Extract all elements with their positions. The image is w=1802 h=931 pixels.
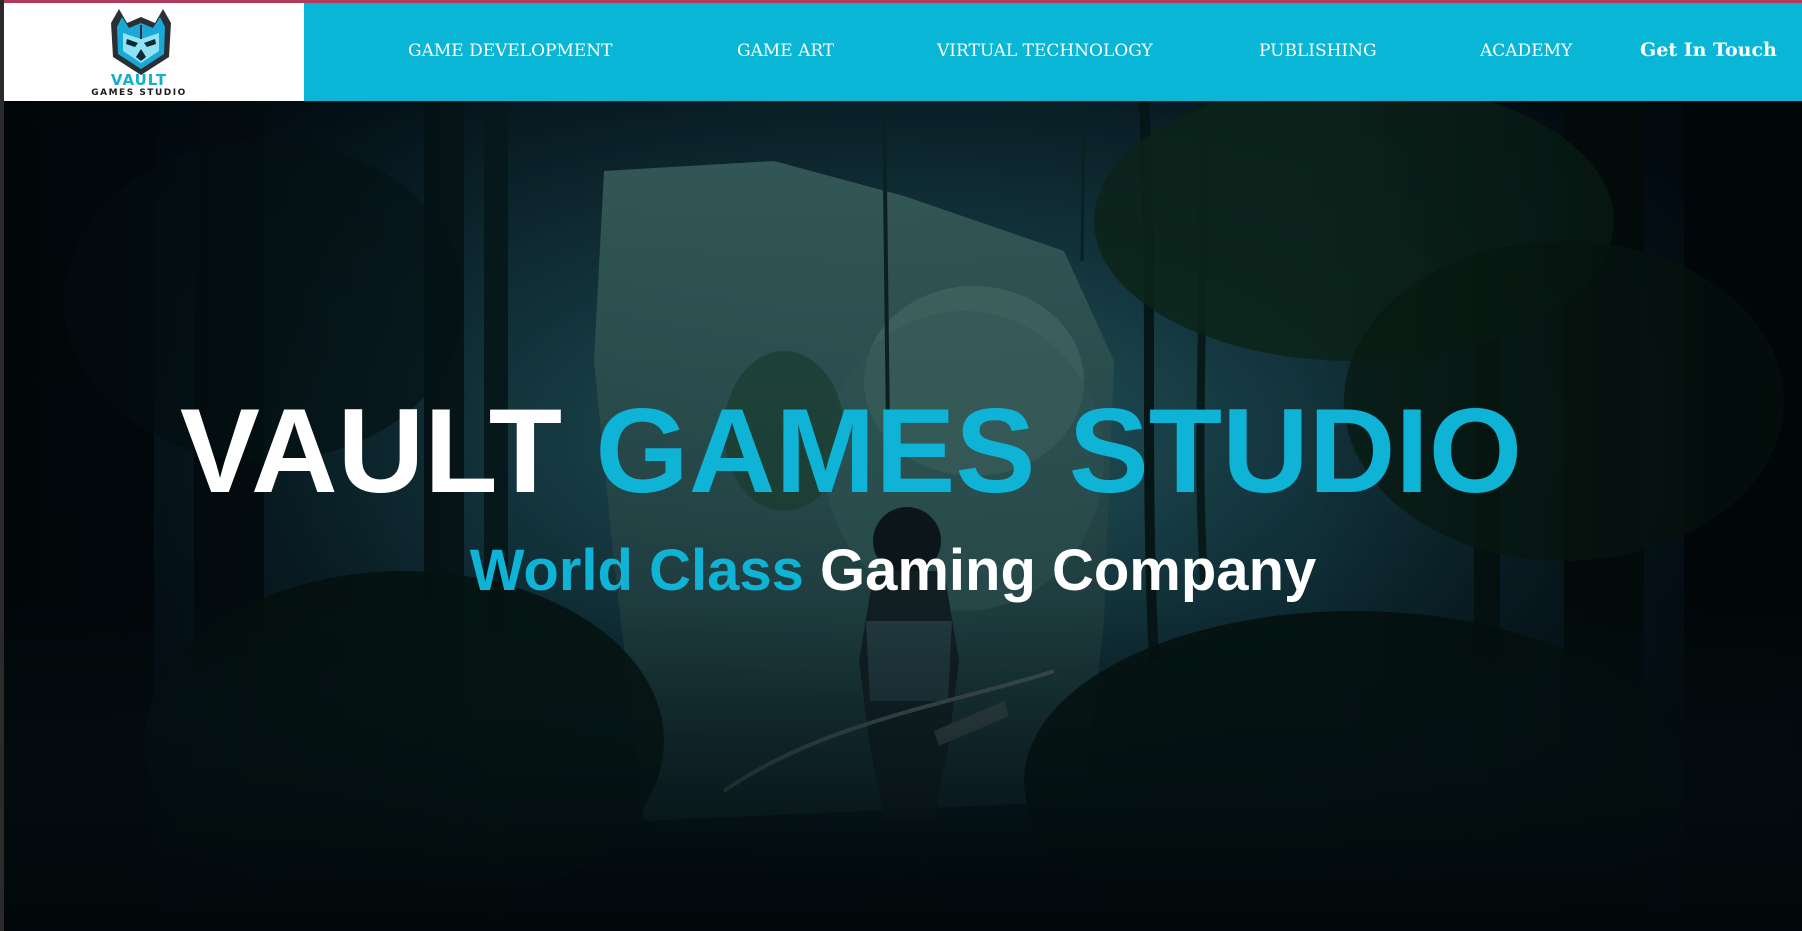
wolf-helmet-icon	[111, 9, 171, 75]
get-in-touch-link[interactable]: Get In Touch	[1640, 40, 1777, 60]
hero-subtitle-white: Gaming Company	[819, 538, 1317, 603]
nav-academy[interactable]: ACADEMY	[1480, 41, 1572, 61]
top-accent-line	[0, 0, 1802, 3]
site-header: VAULT GAMES STUDIO GAME DEVELOPMENT GAME…	[4, 3, 1802, 101]
logo-link[interactable]: VAULT GAMES STUDIO	[4, 3, 304, 101]
logo-tagline: GAMES STUDIO	[91, 88, 187, 98]
logo-title: VAULT	[110, 71, 168, 89]
hero-section: VAULT GAMES STUDIO World Class Gaming Co…	[4, 101, 1802, 931]
hero-subtitle-accent: World Class	[469, 538, 804, 603]
hero-subtitle: World Class Gaming Company	[4, 536, 1792, 606]
nav-game-art[interactable]: GAME ART	[737, 41, 834, 61]
nav-publishing[interactable]: PUBLISHING	[1259, 41, 1377, 61]
page: VAULT GAMES STUDIO GAME DEVELOPMENT GAME…	[0, 0, 1802, 931]
nav-virtual-technology[interactable]: VIRTUAL TECHNOLOGY	[937, 41, 1153, 61]
hero-title-accent: GAMES STUDIO	[595, 384, 1523, 518]
nav-game-development[interactable]: GAME DEVELOPMENT	[408, 41, 613, 61]
hero-title: VAULT GAMES STUDIO	[4, 386, 1750, 516]
window-edge	[0, 0, 4, 931]
hero-title-white: VAULT	[179, 384, 563, 518]
